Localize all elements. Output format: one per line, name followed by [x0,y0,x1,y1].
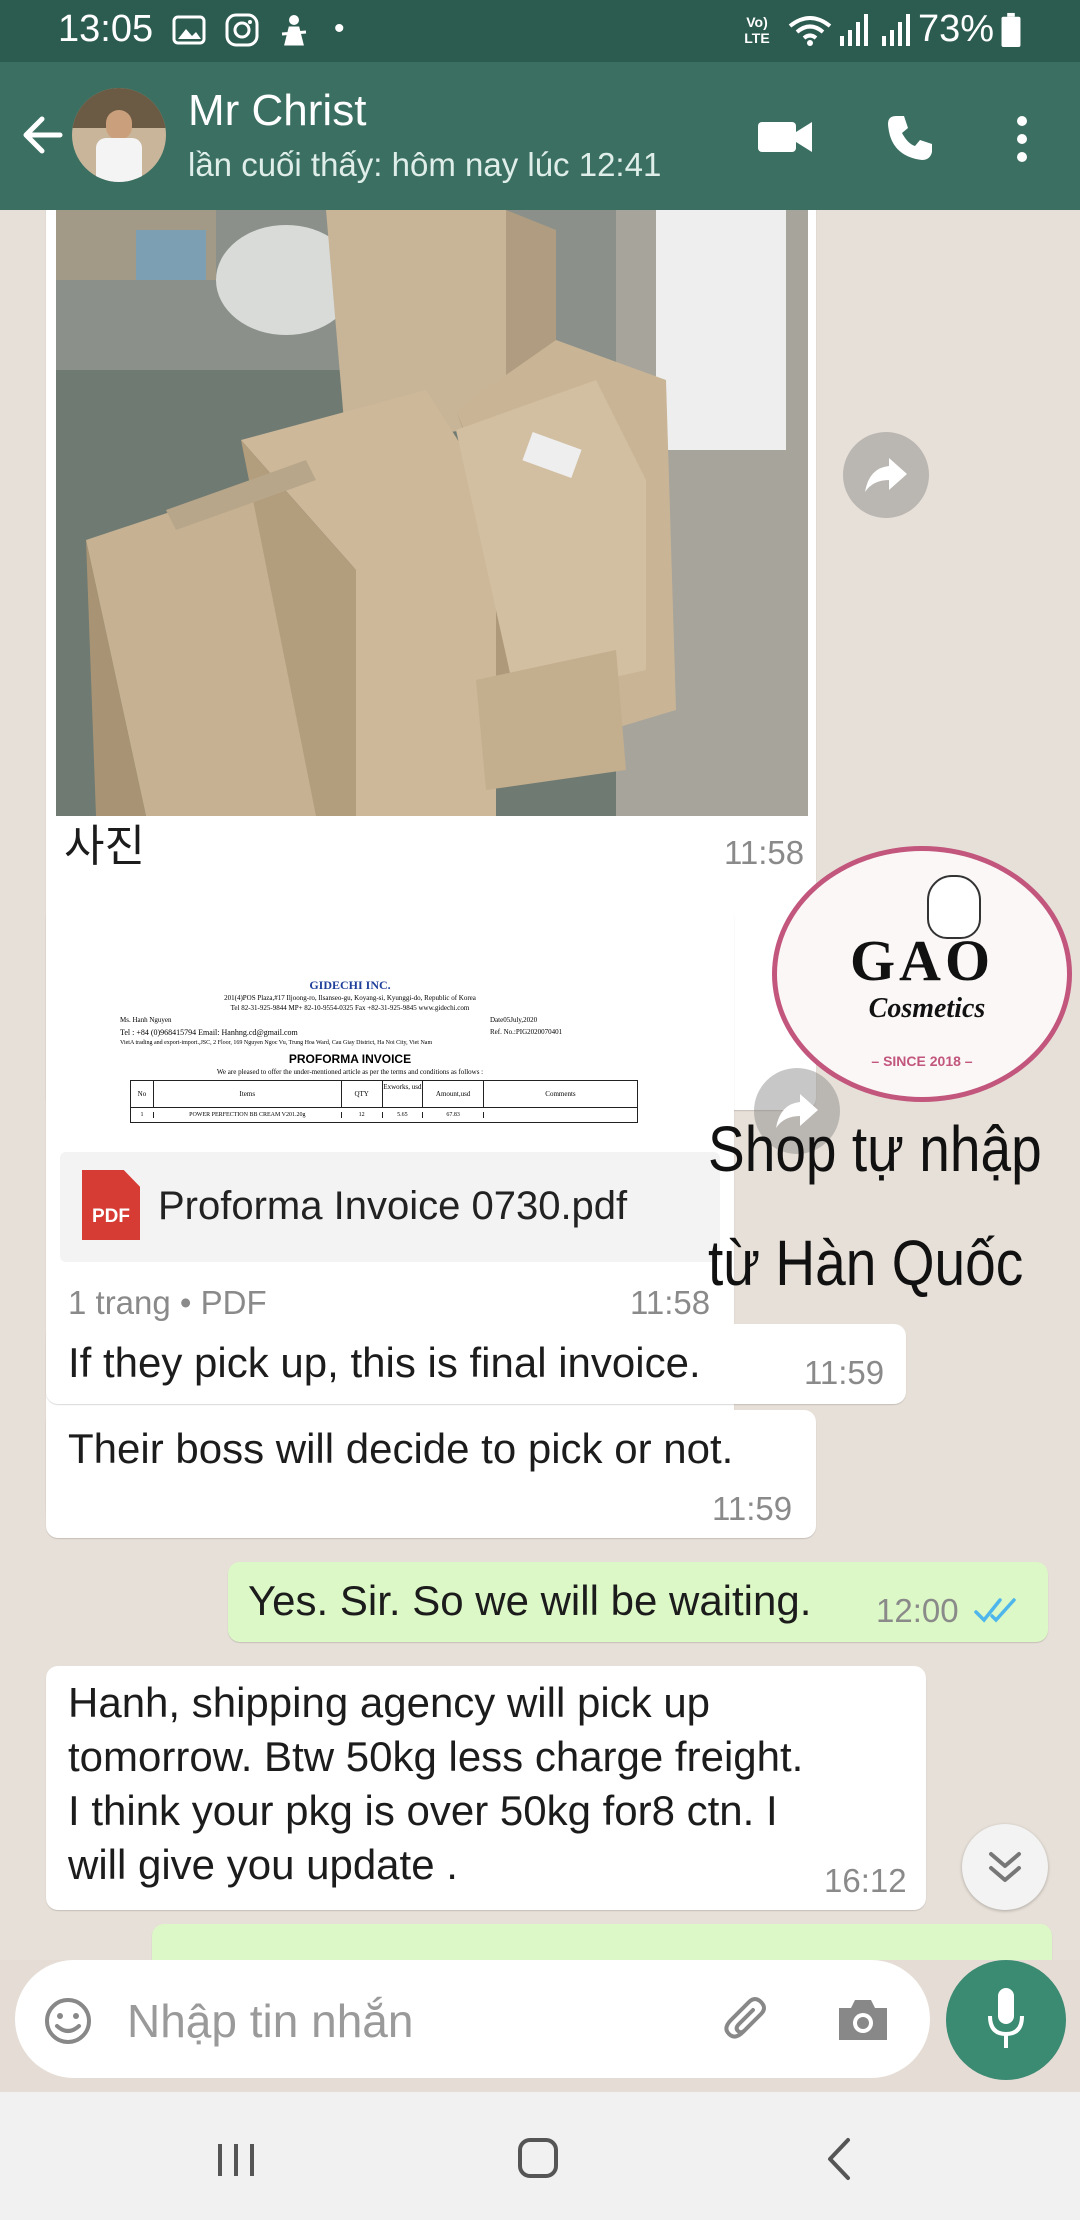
watermark-line-2: từ Hàn Quốc [708,1227,1024,1299]
doc-buyer: VietA trading and export-import.,JSC, 2 … [120,1040,433,1046]
message-text: Their boss will decide to pick or not. [68,1425,734,1472]
back-arrow-icon[interactable] [20,112,66,158]
logo-sub-text: Cosmetics [868,993,986,1024]
message-line: tomorrow. Btw 50kg less charge freight. [68,1733,804,1780]
document-file-row[interactable]: PDF Proforma Invoice 0730.pdf [60,1152,720,1262]
more-options-icon[interactable] [1012,114,1032,164]
document-timestamp: 11:58 [630,1284,711,1321]
doc-to: Ms. Hanh Nguyen [120,1016,172,1024]
message-line: will give you update . [68,1841,458,1888]
microphone-icon [988,1988,1024,2048]
message-timestamp: 11:59 [712,1490,793,1527]
chat-area[interactable]: 사진 11:58 GIDECHI INC. 201(4)POS Plaza,#1… [0,210,1080,1960]
doc-col-qty: QTY [342,1081,383,1107]
message-text: Yes. Sir. So we will be waiting. [248,1577,812,1624]
scroll-to-bottom-button[interactable] [962,1824,1048,1910]
message-line: I think your pkg is over 50kg for8 ctn. … [68,1787,778,1834]
status-bar: 13:05 • Vo) LTE 73% [0,0,1080,62]
back-nav-icon[interactable] [824,2136,854,2182]
doc-date: Date05July,2020 [490,1016,538,1024]
signal-2-icon [882,14,910,46]
voice-message-button[interactable] [946,1960,1066,2080]
message-timestamp: 11:59 [804,1354,885,1391]
message-input-bar[interactable]: Nhập tin nhắn [15,1960,930,2078]
message-timestamp: 16:12 [824,1862,907,1899]
watermark-line-1: Shop tự nhập [708,1113,1042,1185]
doc-col-no: No [131,1081,154,1107]
doc-cell-qty: 12 [342,1112,383,1118]
app-notification-icon [281,15,307,46]
gallery-notification-icon [172,15,206,45]
message-text: If they pick up, this is final invoice. [68,1339,701,1386]
doc-cell-no: 1 [131,1112,154,1118]
read-receipt-icon [974,1598,1016,1623]
more-notifications-dot: • [334,12,345,45]
home-icon[interactable] [516,2136,560,2180]
chat-header: Mr Christ lần cuối thấy: hôm nay lúc 12:… [0,62,1080,210]
double-chevron-down-icon [989,1852,1021,1882]
doc-col-items: Items [154,1081,342,1107]
gao-cosmetics-logo: GAO Cosmetics – SINCE 2018 – [772,846,1072,1102]
forward-photo-button[interactable] [843,432,929,518]
doc-cell-amount: 67.83 [423,1112,484,1118]
incoming-message[interactable]: Their boss will decide to pick or not. 1… [46,1410,816,1538]
outgoing-message-partial[interactable] [152,1924,1052,1960]
doc-address2: Tel 82-31-925-9844 MP+ 82-10-9554-0325 F… [230,1004,470,1012]
contact-name[interactable]: Mr Christ [188,86,366,136]
contact-avatar[interactable] [72,88,166,182]
document-meta: 1 trang • PDF [68,1284,267,1321]
doc-col-comments: Comments [545,1090,576,1098]
doc-intro: We are pleased to offer the under-mentio… [216,1068,484,1076]
doc-company: GIDECHI INC. [309,978,391,992]
message-input[interactable]: Nhập tin nhắn [127,1994,413,2048]
instagram-notification-icon [225,13,259,47]
pdf-icon: PDF [82,1170,140,1240]
system-navigation-bar [0,2092,1080,2220]
logo-main-text: GAO [849,928,995,993]
message-timestamp: 12:00 [876,1592,959,1629]
wifi-icon [788,16,832,46]
logo-since-text: – SINCE 2018 – [871,1053,973,1069]
outgoing-message[interactable]: Yes. Sir. So we will be waiting. 12:00 [228,1562,1048,1642]
doc-tel: Tel : +84 (0)968415794 Email: Hanhng.cd@… [120,1028,298,1037]
last-seen: lần cuối thấy: hôm nay lúc 12:41 [188,146,662,183]
boxes-photo[interactable] [56,210,808,816]
battery-icon [1001,12,1021,48]
camera-icon[interactable] [835,1996,891,2044]
document-preview[interactable]: GIDECHI INC. 201(4)POS Plaza,#17 Iljoong… [60,918,720,1152]
emoji-icon[interactable] [43,1996,93,2046]
doc-col-exworks: Exworks, usd [383,1081,424,1107]
doc-title: PROFORMA INVOICE [288,1052,412,1066]
recent-apps-icon[interactable] [216,2140,256,2180]
doc-ref: Ref. No.:PIG2020070401 [490,1028,563,1036]
doc-cell-exworks: 5.65 [383,1112,424,1118]
incoming-message[interactable]: Hanh, shipping agency will pick up tomor… [46,1666,926,1910]
message-line: Hanh, shipping agency will pick up [68,1679,711,1726]
incoming-message[interactable]: If they pick up, this is final invoice. … [46,1324,906,1404]
status-time: 13:05 [58,8,154,50]
voice-call-icon[interactable] [884,112,936,164]
doc-cell-item: POWER PERFECTION BB CREAM V201.20g [154,1112,342,1118]
forward-icon [865,458,907,492]
attach-icon[interactable] [721,1994,773,2046]
doc-table: No Items QTY Exworks, usd Amount,usd Com… [130,1080,638,1123]
volte-label: Vo) LTE [744,14,770,46]
document-filename: Proforma Invoice 0730.pdf [158,1184,628,1228]
doc-col-amount: Amount,usd [423,1081,484,1107]
video-call-icon[interactable] [756,118,814,156]
battery-percent: 73% [918,8,995,50]
signal-1-icon [840,14,868,46]
doc-address1: 201(4)POS Plaza,#17 Iljoong-ro, Ilsanseo… [224,994,476,1002]
photo-caption: 사진 [64,822,145,871]
pdf-badge-label: PDF [92,1206,130,1227]
